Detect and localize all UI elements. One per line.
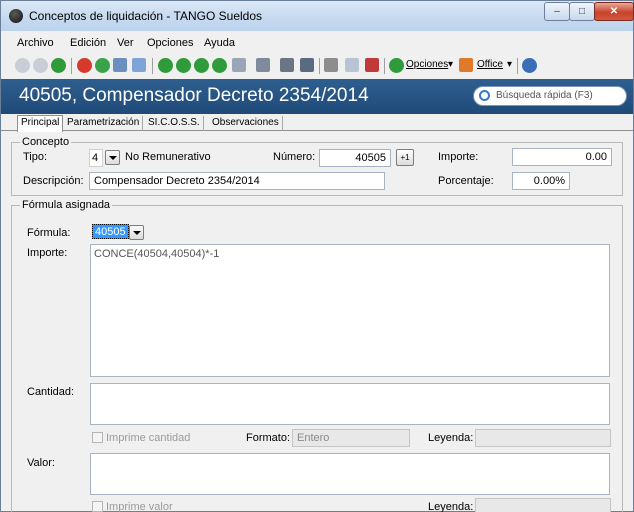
- tipo-description: No Remunerativo: [125, 151, 211, 163]
- porcentaje-label: Porcentaje:: [438, 175, 494, 187]
- options-menu-button[interactable]: Opciones: [406, 59, 448, 70]
- toolbar-separator: [384, 58, 385, 74]
- formula-importe-label: Importe:: [27, 247, 68, 259]
- grid-icon[interactable]: [280, 58, 294, 72]
- importe-label: Importe:: [438, 151, 479, 163]
- formato-field[interactable]: Entero: [292, 429, 410, 447]
- options-icon[interactable]: [389, 58, 404, 73]
- tab-sicoss[interactable]: SI.C.O.S.S.: [145, 116, 204, 131]
- tipo-field[interactable]: 4: [89, 149, 103, 167]
- menu-opciones[interactable]: Opciones: [147, 37, 193, 49]
- quick-search-input[interactable]: Búsqueda rápida (F3): [473, 86, 627, 106]
- formula-field[interactable]: 40505: [92, 224, 129, 239]
- tab-observaciones[interactable]: Observaciones: [209, 116, 283, 131]
- help-icon[interactable]: [522, 58, 537, 73]
- formato-label: Formato:: [246, 432, 291, 444]
- settings-icon[interactable]: [324, 58, 338, 72]
- cancel-icon[interactable]: [33, 58, 48, 73]
- filter-icon[interactable]: [256, 58, 270, 72]
- menu-ayuda[interactable]: Ayuda: [204, 37, 235, 49]
- formula-group-label: Fórmula asignada: [20, 199, 113, 211]
- toolbar-separator: [152, 58, 153, 74]
- close-button[interactable]: ✕: [594, 2, 634, 21]
- copy-icon[interactable]: [95, 58, 110, 73]
- leyenda-valor-label: Leyenda:: [428, 501, 474, 512]
- record-header: 40505, Compensador Decreto 2354/2014 Bús…: [1, 79, 633, 114]
- app-icon: [9, 9, 23, 23]
- tab-parametrizacion[interactable]: Parametrización: [64, 116, 144, 131]
- minimize-button[interactable]: –: [544, 2, 570, 21]
- leyenda-cantidad-field[interactable]: [475, 429, 611, 447]
- descripcion-field[interactable]: Compensador Decreto 2354/2014: [89, 172, 385, 190]
- leyenda-cantidad-label: Leyenda:: [428, 432, 474, 444]
- tipo-label: Tipo:: [23, 151, 48, 163]
- imprime-valor-checkbox[interactable]: [92, 501, 103, 512]
- tab-principal[interactable]: Principal: [17, 115, 64, 132]
- office-icon[interactable]: [459, 58, 473, 72]
- toolbar: Opciones ▾ Office ▾: [1, 55, 633, 77]
- formula-importe-textarea[interactable]: CONCE(40504,40504)*-1: [90, 244, 610, 377]
- leyenda-valor-field[interactable]: [475, 498, 611, 512]
- imprime-valor-label: Imprime valor: [106, 501, 173, 512]
- descripcion-label: Descripción:: [23, 175, 84, 187]
- page-title: 40505, Compensador Decreto 2354/2014: [19, 85, 369, 106]
- quick-search-placeholder: Búsqueda rápida (F3): [496, 90, 593, 101]
- valor-textarea[interactable]: [90, 453, 610, 495]
- refresh-icon[interactable]: [132, 58, 146, 72]
- office-menu-button[interactable]: Office: [477, 59, 503, 70]
- cantidad-textarea[interactable]: [90, 383, 610, 425]
- first-record-icon[interactable]: [158, 58, 173, 73]
- toolbar-separator: [71, 58, 72, 74]
- delete-icon[interactable]: [77, 58, 92, 73]
- chevron-down-icon[interactable]: ▾: [448, 59, 453, 70]
- imprime-cantidad-checkbox[interactable]: [92, 432, 103, 443]
- sort-icon[interactable]: [300, 58, 314, 72]
- imprime-cantidad-label: Imprime cantidad: [106, 432, 191, 444]
- number-generator-button[interactable]: +1: [396, 149, 414, 166]
- preview-icon[interactable]: [345, 58, 359, 72]
- menu-bar: Archivo Edición Ver Opciones Ayuda: [1, 37, 633, 53]
- tipo-dropdown-button[interactable]: [105, 150, 120, 165]
- concepto-group-label: Concepto: [20, 136, 72, 148]
- cantidad-label: Cantidad:: [27, 386, 75, 398]
- valor-label: Valor:: [27, 457, 55, 469]
- formula-dropdown-button[interactable]: [129, 225, 144, 240]
- menu-edicion[interactable]: Edición: [70, 37, 106, 49]
- chevron-down-icon[interactable]: ▾: [507, 59, 512, 70]
- main-window: Conceptos de liquidación - TANGO Sueldos…: [0, 0, 634, 512]
- search-icon: [479, 90, 490, 101]
- edit-icon[interactable]: [113, 58, 127, 72]
- toolbar-separator: [319, 58, 320, 74]
- numero-field[interactable]: 40505: [319, 149, 391, 167]
- previous-record-icon[interactable]: [176, 58, 191, 73]
- window-title: Conceptos de liquidación - TANGO Sueldos: [29, 9, 263, 23]
- add-icon[interactable]: [51, 58, 66, 73]
- importe-field[interactable]: 0.00: [512, 148, 612, 166]
- numero-label: Número:: [273, 151, 316, 163]
- menu-ver[interactable]: Ver: [117, 37, 134, 49]
- title-bar: Conceptos de liquidación - TANGO Sueldos…: [1, 1, 634, 31]
- next-record-icon[interactable]: [194, 58, 209, 73]
- tools-icon[interactable]: [365, 58, 379, 72]
- toolbar-separator: [517, 58, 518, 74]
- last-record-icon[interactable]: [212, 58, 227, 73]
- check-icon[interactable]: [15, 58, 30, 73]
- formula-label: Fórmula:: [27, 227, 71, 239]
- tab-bar: Principal Parametrización SI.C.O.S.S. Ob…: [1, 115, 633, 132]
- maximize-button[interactable]: □: [569, 2, 595, 21]
- menu-archivo[interactable]: Archivo: [17, 37, 54, 49]
- report-icon[interactable]: [232, 58, 246, 72]
- porcentaje-field[interactable]: 0.00%: [512, 172, 570, 190]
